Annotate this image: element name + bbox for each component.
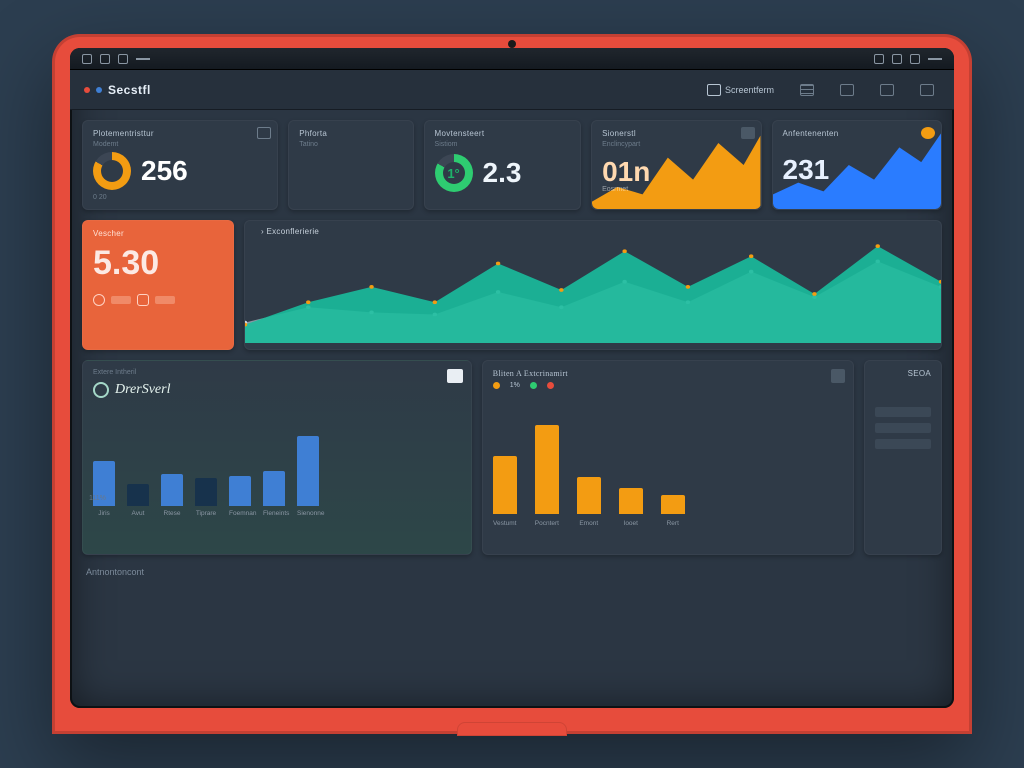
bars — [93, 406, 461, 506]
gauge-icon: 1° — [435, 154, 473, 192]
dashboard-content: Plotementristtur Modemt 256 0 20 Phforta… — [70, 110, 954, 708]
window-icon — [920, 84, 934, 96]
placeholder-row — [875, 423, 931, 433]
taskbar-separator — [136, 58, 150, 60]
bar-chart-right[interactable]: Bliten A Extcrinamirt 1% VestumtPocntert… — [482, 360, 854, 555]
stat-card-e[interactable]: Anfentenenten 231 — [772, 120, 942, 210]
card-value: 256 — [141, 157, 188, 185]
donut-chart-icon — [93, 152, 131, 190]
side-card[interactable]: SEOA — [864, 360, 942, 555]
x-axis-labels: VestumtPocntertEmontIooetRert — [493, 520, 843, 527]
app-header: Secstfl Screentferm — [70, 70, 954, 110]
nav-primary[interactable]: Screentferm — [701, 81, 780, 99]
x-axis-labels: JirisAvutRteseTiprareFoemnanFleneintsSie… — [93, 510, 461, 517]
mid-row: Vescher 5.30 › Exconflerierie — [82, 220, 942, 350]
taskbar-app-icon[interactable] — [118, 54, 128, 64]
card-subtitle: Modemt — [93, 141, 267, 148]
mini-bar-icon — [111, 296, 131, 304]
card-value: 2.3 — [483, 159, 522, 187]
bottom-row: Extere Intheril DrerSverl JirisAvutRtese… — [82, 360, 942, 555]
card-chip: Eosrmet — [602, 186, 750, 193]
nav-primary-label: Screentferm — [725, 85, 774, 95]
brand-globe-icon — [93, 382, 109, 398]
stat-card-b[interactable]: Phforta Tatino — [288, 120, 413, 210]
laptop-frame: Secstfl Screentferm Plotementristtur Mod… — [52, 34, 972, 734]
chart-brand: DrerSverl — [115, 382, 170, 398]
legend-dot-icon — [493, 382, 500, 389]
settings-icon[interactable] — [257, 127, 271, 139]
mini-bar-icon — [155, 296, 175, 304]
placeholder-row — [875, 439, 931, 449]
card-title: Anfentenenten — [783, 129, 931, 138]
bar-chart-left[interactable]: Extere Intheril DrerSverl JirisAvutRtese… — [82, 360, 472, 555]
card-value: 5.30 — [93, 246, 223, 280]
gauge-label: 1° — [435, 154, 473, 192]
area-chart — [245, 241, 941, 343]
card-value: 01n — [602, 158, 750, 186]
grid2-icon — [880, 84, 894, 96]
card-title: Movtensteert — [435, 129, 571, 138]
stat-card-d[interactable]: Sionerstl Enclincypart 01n Eosrmet — [591, 120, 761, 210]
more-icon[interactable] — [831, 369, 845, 383]
y-axis-label: 111% — [89, 495, 106, 502]
card-subtitle: Enclincypart — [602, 141, 750, 148]
card-actions — [447, 369, 463, 383]
laptop-notch — [457, 722, 567, 736]
logo-dot-icon — [96, 87, 102, 93]
stat-card-c[interactable]: Movtensteert Sistiom 1° 2.3 — [424, 120, 582, 210]
os-taskbar — [70, 48, 954, 70]
nav-grid-button[interactable] — [834, 81, 860, 99]
stats-row: Plotementristtur Modemt 256 0 20 Phforta… — [82, 120, 942, 210]
clock-icon — [93, 294, 105, 306]
chart-legend: 1% — [493, 382, 843, 389]
card-title: Bliten A Extcrinamirt — [493, 369, 843, 378]
tray-icon[interactable] — [910, 54, 920, 64]
screen: Secstfl Screentferm Plotementristtur Mod… — [70, 48, 954, 708]
export-icon[interactable] — [447, 369, 463, 383]
card-title: SEOA — [875, 369, 931, 378]
card-value: 231 — [783, 156, 931, 184]
bars — [493, 409, 843, 514]
highlight-tile[interactable]: Vescher 5.30 — [82, 220, 234, 350]
card-footnote: 0 20 — [93, 194, 267, 201]
brand-name: Secstfl — [108, 83, 151, 97]
taskbar-app-icon[interactable] — [100, 54, 110, 64]
menu-icon — [800, 84, 814, 96]
grid-icon — [840, 84, 854, 96]
tray-icon[interactable] — [892, 54, 902, 64]
camera-dot — [508, 40, 516, 48]
legend-dot-icon — [547, 382, 554, 389]
logo-dot-icon — [84, 87, 90, 93]
taskbar-app-icon[interactable] — [82, 54, 92, 64]
box-icon — [137, 294, 149, 306]
card-title: Phforta — [299, 129, 402, 138]
card-title: Plotementristtur — [93, 129, 267, 138]
nav-grid2-button[interactable] — [874, 81, 900, 99]
card-subtitle: Sistiom — [435, 141, 571, 148]
stat-card-a[interactable]: Plotementristtur Modemt 256 0 20 — [82, 120, 278, 210]
legend-dot-icon — [530, 382, 537, 389]
tray-icon[interactable] — [874, 54, 884, 64]
nav-menu-button[interactable] — [794, 81, 820, 99]
legend-label: 1% — [510, 382, 520, 389]
card-subtitle: Extere Intheril — [93, 369, 461, 376]
card-title: Vescher — [93, 229, 223, 238]
area-chart-card[interactable]: › Exconflerierie — [244, 220, 942, 350]
card-title: Sionerstl — [602, 129, 750, 138]
tray-clock[interactable] — [928, 58, 942, 60]
brand-logo[interactable]: Secstfl — [84, 83, 151, 97]
card-title: Exconflerierie — [267, 227, 320, 236]
document-icon — [707, 84, 721, 96]
nav-window-button[interactable] — [914, 81, 940, 99]
card-actions — [831, 369, 845, 383]
placeholder-row — [875, 407, 931, 417]
footer-note: Antnontoncont — [82, 565, 942, 583]
card-subtitle: Tatino — [299, 141, 402, 148]
